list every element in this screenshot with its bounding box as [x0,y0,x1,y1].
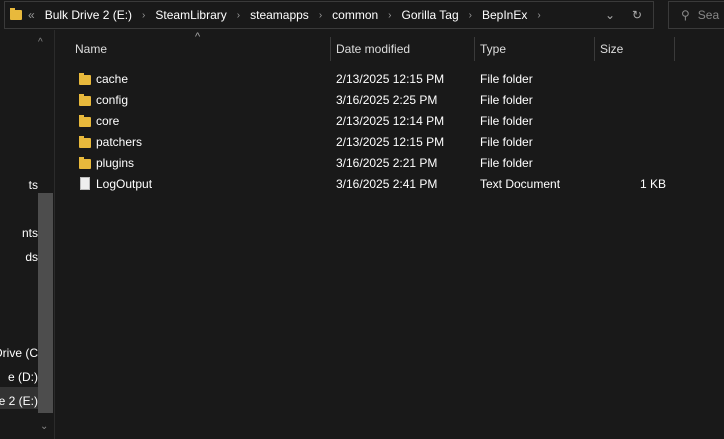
file-name: LogOutput [96,176,153,191]
file-type: File folder [480,134,533,149]
folder-icon [79,94,91,106]
search-input[interactable]: ⚲ Sea [668,1,724,29]
folder-icon [79,136,91,148]
file-type: File folder [480,155,533,170]
chevron-right-icon[interactable]: › [237,10,240,21]
chevron-right-icon[interactable]: › [388,10,391,21]
column-header-date[interactable]: Date modified [336,37,410,61]
folder-icon [10,8,22,20]
file-name: cache [96,71,129,86]
column-header-type[interactable]: Type [480,37,506,61]
column-divider[interactable] [674,37,675,61]
file-date: 2/13/2025 12:15 PM [336,134,445,149]
file-type: Text Document [480,176,561,191]
scroll-up-icon[interactable]: ^ [38,37,43,48]
sidebar-item-e-drive[interactable]: e 2 (E:) [0,394,38,408]
chevron-right-icon[interactable]: › [142,10,145,21]
breadcrumb-steamapps[interactable]: steamapps [250,8,309,22]
file-row[interactable]: core 2/13/2025 12:14 PM File folder [60,110,680,131]
breadcrumb-gorilla-tag[interactable]: Gorilla Tag [402,8,459,22]
file-date: 3/16/2025 2:41 PM [336,176,438,191]
file-row[interactable]: LogOutput 3/16/2025 2:41 PM Text Document 1… [60,173,680,194]
folder-icon [79,157,91,169]
sidebar-scrollbar[interactable] [38,193,53,413]
column-header-size[interactable]: Size [600,37,623,61]
refresh-icon[interactable]: ↻ [632,8,642,22]
breadcrumb-steamlibrary[interactable]: SteamLibrary [155,8,226,22]
file-date: 2/13/2025 12:15 PM [336,71,445,86]
sidebar-item[interactable]: ts [29,178,38,192]
breadcrumb-drive[interactable]: Bulk Drive 2 (E:) [45,8,132,22]
document-icon [80,177,90,190]
file-row[interactable]: config 3/16/2025 2:25 PM File folder [60,89,680,110]
back-chevron[interactable]: « [28,8,35,22]
address-bar[interactable]: « Bulk Drive 2 (E:) › SteamLibrary › steam… [4,1,654,29]
sidebar-item-d-drive[interactable]: e (D:) [8,370,38,384]
file-type: File folder [480,71,533,86]
scroll-down-icon[interactable]: ⌄ [40,421,48,432]
chevron-right-icon[interactable]: › [537,10,540,21]
column-divider[interactable] [594,37,595,61]
file-row[interactable]: patchers 2/13/2025 12:15 PM File folder [60,131,680,152]
breadcrumb-bepinex[interactable]: BepInEx [482,8,527,22]
folder-icon [79,73,91,85]
breadcrumb-common[interactable]: common [332,8,378,22]
column-divider[interactable] [330,37,331,61]
file-date: 3/16/2025 2:25 PM [336,92,438,107]
chevron-right-icon[interactable]: › [319,10,322,21]
folder-icon [79,115,91,127]
chevron-down-icon[interactable]: ⌄ [605,8,615,22]
file-type: File folder [480,92,533,107]
file-row[interactable]: plugins 3/16/2025 2:21 PM File folder [60,152,680,173]
file-name: patchers [96,134,143,149]
search-icon: ⚲ [681,8,690,22]
file-date: 3/16/2025 2:21 PM [336,155,438,170]
sidebar-item-c-drive[interactable]: Drive (C [0,346,38,360]
file-date: 2/13/2025 12:14 PM [336,113,445,128]
column-header-name[interactable]: Name [75,37,107,61]
file-type: File folder [480,113,533,128]
sidebar-item[interactable]: ds [25,250,38,264]
chevron-right-icon[interactable]: › [469,10,472,21]
column-divider[interactable] [474,37,475,61]
search-placeholder: Sea [697,8,720,22]
file-size: 1 KB [639,176,666,191]
file-row[interactable]: cache 2/13/2025 12:15 PM File folder [60,68,680,89]
sidebar-item[interactable]: nts [22,226,38,240]
file-name: core [96,113,120,128]
file-name: plugins [96,155,135,170]
sort-ascending-icon: ^ [195,31,201,43]
file-name: config [96,92,129,107]
